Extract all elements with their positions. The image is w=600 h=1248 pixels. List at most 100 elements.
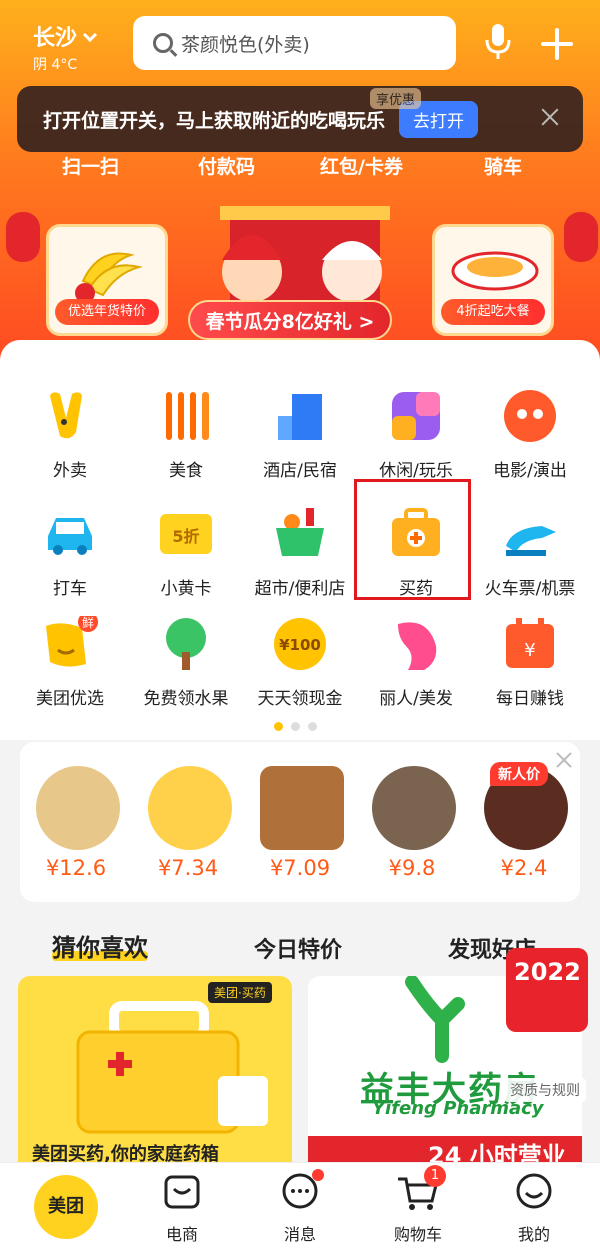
product-price: ¥7.34 (157, 856, 219, 880)
tab-today-deals[interactable]: 今日特价 (254, 932, 342, 964)
category-taxi[interactable]: 打车 (10, 506, 130, 616)
dish-icon (451, 251, 539, 291)
yellow-card-icon: 5折 (160, 514, 212, 554)
nav-messages[interactable]: 消息 (260, 1169, 340, 1244)
promo-banner: 优选年货特价 春节瓜分8亿好礼 > 4折起吃大餐 (0, 192, 600, 360)
movie-icon (504, 390, 556, 442)
category-hotel[interactable]: 酒店/民宿 (240, 388, 360, 498)
location-prompt-text: 打开位置开关，马上获取附近的吃喝玩乐 (43, 109, 386, 132)
svg-text:¥100: ¥100 (279, 636, 321, 654)
category-label: 打车 (53, 579, 87, 599)
promo-right-label: 4折起吃大餐 (441, 299, 545, 325)
tree-icon (166, 618, 206, 670)
category-label: 超市/便利店 (254, 579, 346, 599)
close-icon[interactable] (556, 752, 572, 768)
highlight-box (354, 479, 471, 600)
category-label: 丽人/美发 (379, 689, 453, 709)
nav-label: 我的 (517, 1225, 550, 1244)
close-icon[interactable] (541, 108, 559, 126)
pay-code-button[interactable]: 付款码 (198, 152, 255, 179)
category-youxuan[interactable]: 鲜 美团优选 (10, 616, 130, 726)
nav-cart[interactable]: 1 购物车 (378, 1165, 458, 1244)
coin-icon: ¥100 (274, 618, 326, 670)
bike-button[interactable]: 骑车 (484, 152, 522, 179)
page-dot (308, 722, 317, 731)
category-takeout[interactable]: 外卖 (10, 388, 130, 498)
svg-text:¥: ¥ (524, 640, 535, 661)
bottom-nav: 美团 电商 消息 1 购物车 我的 (0, 1162, 600, 1248)
product-item[interactable]: ¥9.8 (356, 742, 468, 902)
product-image (372, 766, 456, 850)
promo-card-newyear-goods[interactable]: 优选年货特价 (46, 224, 168, 336)
feed-card-meituan-medicine[interactable]: 美团·买药 美团买药,你的家庭药箱 (18, 976, 292, 1176)
shop-bag-icon (164, 1175, 200, 1209)
product-price: ¥12.6 (45, 856, 107, 880)
category-train-plane[interactable]: 火车票/机票 (470, 506, 590, 616)
coupon-button[interactable]: 红包/卡券 (320, 152, 403, 179)
city-selector[interactable]: 长沙 (33, 20, 98, 52)
city-label: 长沙 (33, 26, 78, 51)
red-packet-year: 2022 (514, 958, 581, 986)
product-image (148, 766, 232, 850)
nav-label: 消息 (283, 1225, 316, 1244)
weather-text: 阴 4°C (33, 57, 78, 73)
nav-label: 购物车 (393, 1225, 442, 1244)
red-packet-float[interactable]: 2022 (506, 948, 588, 1032)
category-label: 美团优选 (36, 689, 104, 709)
microphone-icon[interactable] (484, 22, 512, 62)
chevron-down-icon (82, 27, 98, 43)
category-label: 休闲/玩乐 (379, 461, 453, 481)
brand-tag: 美团·买药 (208, 982, 272, 1003)
product-price: ¥7.09 (269, 856, 331, 880)
supermarket-icon (276, 508, 324, 556)
tab-guess-you-like[interactable]: 猜你喜欢 (52, 928, 148, 963)
promo-card-dining[interactable]: 4折起吃大餐 (432, 224, 554, 336)
train-plane-icon (506, 526, 556, 556)
scan-button[interactable]: 扫一扫 (62, 152, 119, 179)
search-icon (153, 33, 173, 53)
category-label: 小黄卡 (160, 579, 212, 599)
lantern-icon (6, 212, 40, 262)
page-dot-active (274, 722, 283, 731)
food-icon (166, 392, 209, 440)
banana-icon (75, 252, 143, 303)
product-item[interactable]: ¥12.6 (20, 742, 132, 902)
category-grid: 外卖 美食 酒店/民宿 休闲/玩乐 电影/演出 打车 5折 小黄卡 超市/便利店… (0, 340, 600, 740)
svg-text:5折: 5折 (172, 527, 199, 546)
category-supermarket[interactable]: 超市/便利店 (240, 506, 360, 616)
add-icon[interactable] (541, 28, 573, 60)
taxi-icon (48, 518, 92, 555)
category-free-fruit[interactable]: 免费领水果 (126, 616, 246, 726)
profile-icon (516, 1173, 552, 1209)
nav-ecommerce[interactable]: 电商 (142, 1169, 222, 1244)
search-placeholder: 茶颜悦色(外卖) (181, 33, 310, 56)
nav-home-button[interactable]: 美团 (34, 1175, 98, 1239)
spring-festival-button[interactable]: 春节瓜分8亿好礼 > (188, 300, 392, 340)
product-image (260, 766, 344, 850)
category-label: 免费领水果 (143, 689, 229, 709)
category-movie[interactable]: 电影/演出 (470, 388, 590, 498)
search-input[interactable]: 茶颜悦色(外卖) (133, 16, 456, 70)
category-food[interactable]: 美食 (126, 388, 246, 498)
page-dot (291, 722, 300, 731)
header: 长沙 阴 4°C 茶颜悦色(外卖) 扫一扫 付款码 红包/卡券 骑车 打开位置开… (0, 0, 600, 360)
nav-label: 电商 (165, 1225, 198, 1244)
page-indicator (274, 716, 325, 735)
category-beauty[interactable]: 丽人/美发 (356, 616, 476, 726)
category-label: 外卖 (53, 461, 87, 481)
product-item[interactable]: ¥7.09 (244, 742, 356, 902)
category-cash[interactable]: ¥100 天天领现金 (240, 616, 360, 726)
location-prompt: 打开位置开关，马上获取附近的吃喝玩乐 去打开 (17, 86, 583, 152)
hotel-icon (278, 394, 322, 440)
category-label: 电影/演出 (493, 461, 567, 481)
product-item[interactable]: ¥7.34 (132, 742, 244, 902)
message-icon (282, 1173, 318, 1209)
category-daily-earn[interactable]: ¥ 每日赚钱 (470, 616, 590, 726)
nav-profile[interactable]: 我的 (494, 1169, 574, 1244)
discount-tag: 享优惠 (370, 88, 422, 109)
calendar-money-icon: ¥ (506, 618, 554, 668)
qualification-link[interactable]: 资质与规则 (504, 1078, 586, 1102)
takeout-icon (50, 392, 82, 439)
category-label: 每日赚钱 (496, 689, 564, 709)
category-yellow-card[interactable]: 5折 小黄卡 (126, 506, 246, 616)
